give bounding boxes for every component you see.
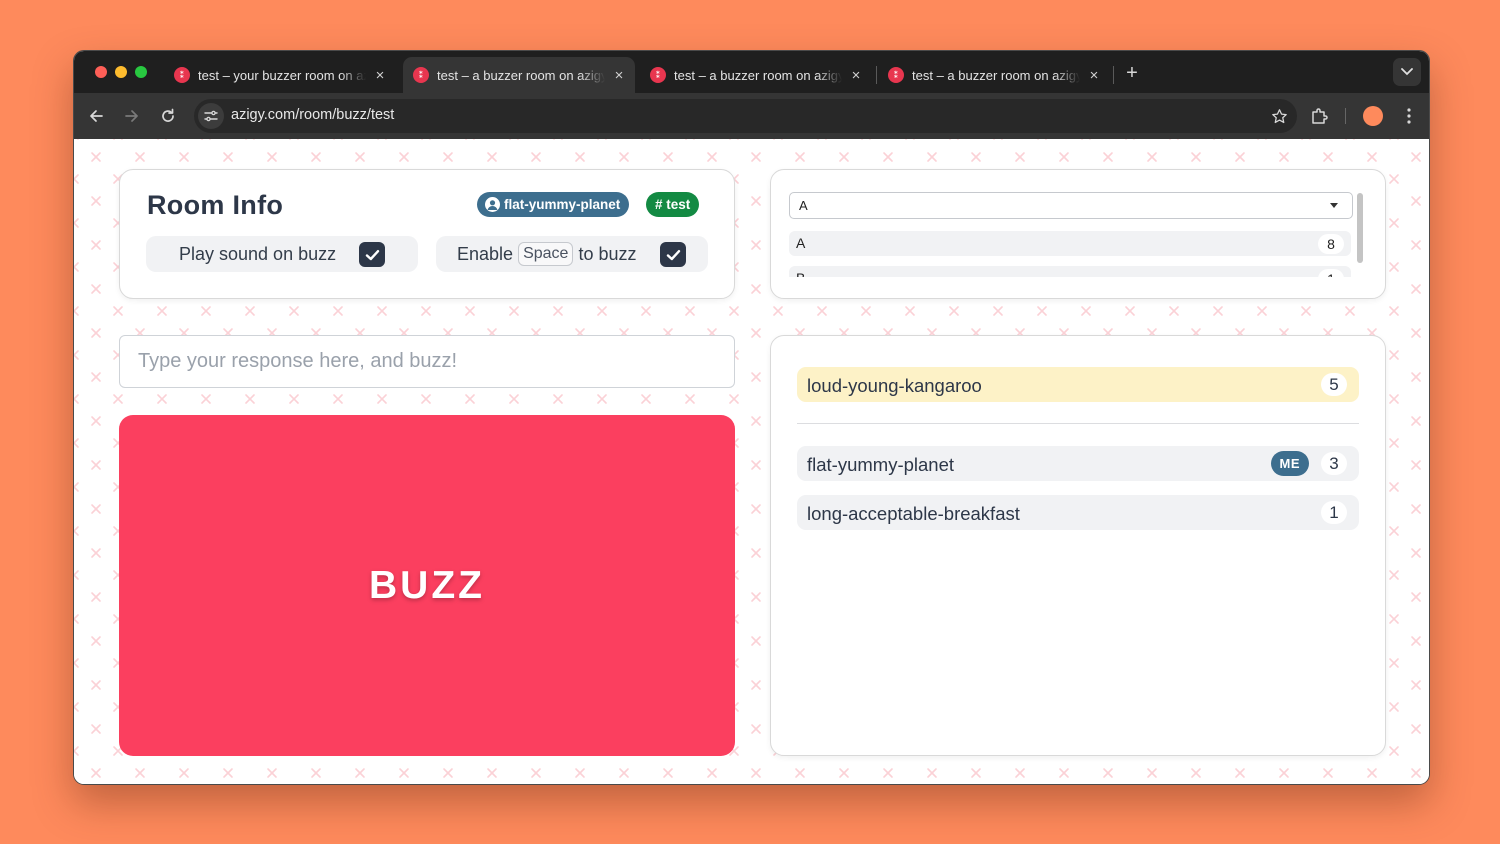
- player-score: 3: [1321, 452, 1347, 475]
- play-sound-checkbox[interactable]: [359, 242, 385, 267]
- options-scrollbar[interactable]: [1356, 192, 1364, 267]
- tab-search-chevron-down-icon[interactable]: [1393, 58, 1421, 86]
- browser-window: ⁑ test – your buzzer room on azigy × ⁑ t…: [73, 50, 1430, 785]
- minimize-window-button[interactable]: [115, 66, 127, 78]
- close-tab-icon[interactable]: ×: [848, 67, 864, 83]
- players-card: loud-young-kangaroo 5 flat-yummy-planet …: [770, 335, 1386, 756]
- azigy-favicon-icon: ⁑: [413, 67, 429, 83]
- answer-option-label: B: [796, 270, 805, 277]
- tab-separator: [876, 66, 877, 84]
- tab-strip: ⁑ test – your buzzer room on azigy × ⁑ t…: [74, 51, 1429, 93]
- space-key-badge: Space: [518, 242, 574, 266]
- to-buzz-label: to buzz: [578, 243, 637, 264]
- play-sound-toggle[interactable]: Play sound on buzz: [146, 236, 418, 272]
- enable-space-checkbox[interactable]: [660, 242, 686, 267]
- profile-avatar[interactable]: [1363, 106, 1383, 126]
- tab-title: test – your buzzer room on azigy: [198, 67, 366, 83]
- answer-option[interactable]: A 8: [789, 231, 1351, 256]
- scrollbar-thumb[interactable]: [1357, 193, 1363, 263]
- azigy-favicon-icon: ⁑: [174, 67, 190, 83]
- first-buzz-player-row: loud-young-kangaroo 5: [797, 367, 1359, 402]
- browser-toolbar: azigy.com/room/buzz/test: [74, 93, 1429, 139]
- user-name-badge: flat-yummy-planet: [477, 192, 630, 217]
- players-divider: [797, 423, 1359, 424]
- buzz-button[interactable]: BUZZ: [119, 415, 735, 756]
- player-name: long-acceptable-breakfast: [807, 503, 1020, 524]
- enable-label: Enable: [457, 243, 514, 264]
- player-row: long-acceptable-breakfast 1: [797, 495, 1359, 530]
- player-score: 1: [1321, 501, 1347, 524]
- player-name: flat-yummy-planet: [807, 454, 955, 475]
- address-bar[interactable]: azigy.com/room/buzz/test: [194, 99, 1297, 133]
- answer-option-count: 1: [1318, 269, 1344, 277]
- tab-title: test – a buzzer room on azigy: [912, 67, 1080, 83]
- player-score: 5: [1321, 373, 1347, 396]
- play-sound-label: Play sound on buzz: [179, 243, 337, 264]
- user-circle-icon: [485, 197, 500, 212]
- player-name: loud-young-kangaroo: [807, 375, 982, 396]
- answer-option-count: 8: [1318, 234, 1344, 254]
- back-arrow-icon[interactable]: [84, 104, 108, 128]
- tab-3[interactable]: ⁑ test – a buzzer room on azigy ×: [640, 57, 864, 93]
- page-content: Room Info flat-yummy-planet # test Play …: [74, 139, 1429, 784]
- answer-options-list[interactable]: A 8 B 1: [789, 231, 1351, 277]
- tab-1[interactable]: ⁑ test – your buzzer room on azigy ×: [164, 57, 388, 93]
- room-info-card: Room Info flat-yummy-planet # test Play …: [119, 169, 735, 299]
- tab-title: test – a buzzer room on azigy: [437, 67, 605, 83]
- forward-arrow-icon[interactable]: [120, 104, 144, 128]
- bookmark-star-icon[interactable]: [1269, 106, 1289, 126]
- url-text: azigy.com/room/buzz/test: [231, 107, 395, 123]
- new-tab-plus-icon[interactable]: +: [1120, 61, 1144, 85]
- maximize-window-button[interactable]: [135, 66, 147, 78]
- azigy-favicon-icon: ⁑: [888, 67, 904, 83]
- answer-option-label: A: [796, 235, 806, 251]
- answer-option[interactable]: B 1: [789, 266, 1351, 277]
- extensions-puzzle-icon[interactable]: [1307, 104, 1331, 128]
- azigy-favicon-icon: ⁑: [650, 67, 666, 83]
- user-name-text: flat-yummy-planet: [504, 197, 621, 212]
- checkmark-icon: [666, 249, 680, 260]
- close-tab-icon[interactable]: ×: [372, 67, 388, 83]
- answer-select[interactable]: A: [789, 192, 1353, 219]
- kebab-menu-icon[interactable]: [1397, 104, 1421, 128]
- reload-icon[interactable]: [156, 104, 180, 128]
- answer-tally-card: A A 8 B 1: [770, 169, 1386, 299]
- close-window-button[interactable]: [95, 66, 107, 78]
- response-input[interactable]: [119, 335, 735, 388]
- close-tab-icon[interactable]: ×: [611, 67, 627, 83]
- room-info-title: Room Info: [147, 190, 284, 220]
- answer-select-value: A: [799, 198, 808, 213]
- dropdown-arrow-icon: [1330, 203, 1338, 208]
- me-badge: ME: [1270, 451, 1309, 476]
- player-row: flat-yummy-planet ME 3: [797, 446, 1359, 481]
- tab-2-active[interactable]: ⁑ test – a buzzer room on azigy ×: [403, 57, 635, 93]
- tab-separator: [1113, 66, 1114, 84]
- tab-4[interactable]: ⁑ test – a buzzer room on azigy ×: [878, 57, 1102, 93]
- site-settings-icon[interactable]: [198, 103, 224, 129]
- tab-title: test – a buzzer room on azigy: [674, 67, 842, 83]
- room-name-badge: # test: [646, 192, 700, 217]
- close-tab-icon[interactable]: ×: [1086, 67, 1102, 83]
- enable-space-toggle[interactable]: Enable Space to buzz: [436, 236, 708, 272]
- toolbar-separator: [1345, 108, 1346, 124]
- checkmark-icon: [365, 249, 379, 260]
